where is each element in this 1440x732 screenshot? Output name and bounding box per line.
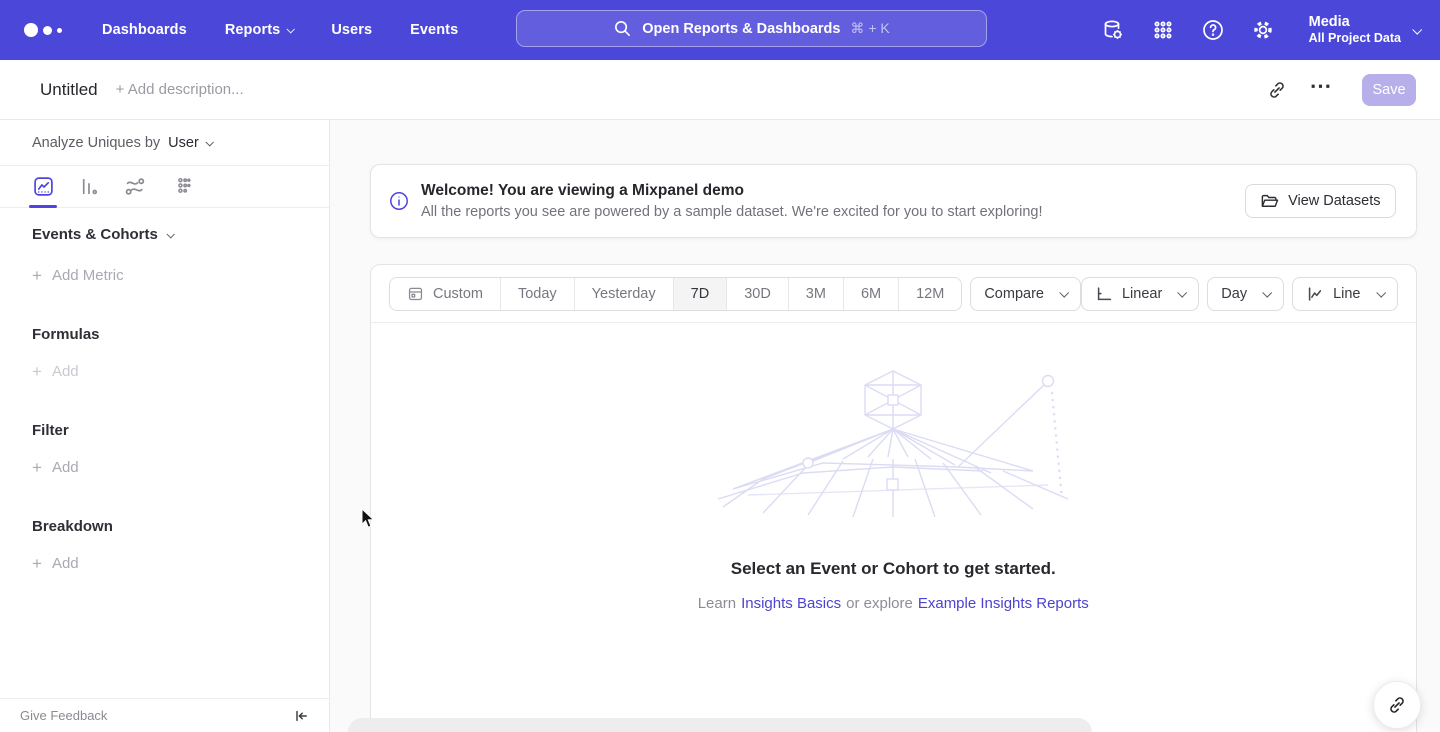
report-title[interactable]: Untitled xyxy=(40,80,98,100)
plus-icon: + xyxy=(32,555,42,572)
banner-title: Welcome! You are viewing a Mixpanel demo xyxy=(421,182,1043,200)
global-search-input[interactable]: Open Reports & Dashboards ⌘ + K xyxy=(516,10,987,47)
breakdown-table-sheet[interactable] xyxy=(348,718,1092,732)
breakdown-section-title: Breakdown xyxy=(32,518,329,535)
search-placeholder: Open Reports & Dashboards xyxy=(642,21,840,37)
primary-nav: Dashboards Reports Users Events xyxy=(102,22,458,38)
filter-section-title: Filter xyxy=(32,422,329,439)
insights-basics-link[interactable]: Insights Basics xyxy=(741,595,841,612)
mixpanel-logo[interactable] xyxy=(24,23,62,37)
tab-bar-chart[interactable] xyxy=(66,166,112,207)
empty-state-illustration xyxy=(703,367,1083,519)
compare-dropdown[interactable]: Compare xyxy=(970,277,1081,311)
tab-flows[interactable] xyxy=(112,166,158,207)
report-canvas: Welcome! You are viewing a Mixpanel demo… xyxy=(330,120,1440,732)
sidebar-footer: Give Feedback xyxy=(0,698,329,732)
insights-chart-card: Custom Today Yesterday 7D 30D 3M 6M 12M … xyxy=(370,264,1417,732)
analyze-label: Analyze Uniques by xyxy=(32,135,160,151)
empty-state-links: Learn Insights Basics or explore Example… xyxy=(698,595,1089,612)
chart-controls: Custom Today Yesterday 7D 30D 3M 6M 12M … xyxy=(371,265,1416,323)
add-formula-button[interactable]: +Add xyxy=(32,363,329,380)
collapse-sidebar-button[interactable] xyxy=(293,708,309,724)
welcome-banner: Welcome! You are viewing a Mixpanel demo… xyxy=(370,164,1417,238)
chevron-down-icon xyxy=(287,25,295,33)
range-30d[interactable]: 30D xyxy=(726,278,788,310)
report-description-placeholder[interactable]: + Add description... xyxy=(116,81,244,98)
settings-gear-icon[interactable] xyxy=(1251,18,1275,42)
nav-users[interactable]: Users xyxy=(331,22,372,38)
nav-events[interactable]: Events xyxy=(410,22,458,38)
project-selector[interactable]: Media All Project Data xyxy=(1309,13,1420,47)
give-feedback-link[interactable]: Give Feedback xyxy=(20,708,107,723)
visualization-tabs xyxy=(0,166,329,208)
tab-insights-line[interactable] xyxy=(20,166,66,207)
analyze-by-dropdown[interactable]: User xyxy=(168,135,212,151)
events-cohorts-section-title[interactable]: Events & Cohorts xyxy=(32,226,329,243)
banner-subtitle: All the reports you see are powered by a… xyxy=(421,204,1043,220)
chevron-down-icon xyxy=(1376,288,1386,298)
add-filter-button[interactable]: +Add xyxy=(32,459,329,476)
chevron-down-icon xyxy=(166,230,174,238)
chevron-down-icon xyxy=(1412,24,1422,34)
chevron-down-icon xyxy=(1262,288,1272,298)
analyze-row: Analyze Uniques by User xyxy=(0,120,329,166)
ellipsis-icon: ⋯ xyxy=(1310,86,1333,94)
chart-type-dropdown[interactable]: Line xyxy=(1292,277,1397,311)
empty-state-title: Select an Event or Cohort to get started… xyxy=(731,559,1056,579)
range-today[interactable]: Today xyxy=(500,278,574,310)
floating-share-link-button[interactable] xyxy=(1373,681,1421,729)
range-yesterday[interactable]: Yesterday xyxy=(574,278,673,310)
calendar-icon xyxy=(407,285,424,302)
formulas-section-title: Formulas xyxy=(32,326,329,343)
copy-link-button[interactable] xyxy=(1260,73,1294,107)
range-3m[interactable]: 3M xyxy=(788,278,843,310)
top-nav-right: Media All Project Data xyxy=(1101,0,1420,60)
search-icon xyxy=(613,19,632,38)
report-header: Untitled + Add description... ⋯ Save xyxy=(0,60,1440,120)
chevron-down-icon xyxy=(1178,288,1188,298)
view-datasets-button[interactable]: View Datasets xyxy=(1245,184,1395,218)
apps-grid-icon[interactable] xyxy=(1151,18,1175,42)
add-breakdown-button[interactable]: +Add xyxy=(32,555,329,572)
range-custom[interactable]: Custom xyxy=(390,278,500,310)
query-builder-sidebar: Analyze Uniques by User Events & Cohorts… xyxy=(0,120,330,732)
add-metric-button[interactable]: +Add Metric xyxy=(32,267,329,284)
chevron-down-icon xyxy=(1059,288,1069,298)
chevron-down-icon xyxy=(205,138,213,146)
top-nav: Dashboards Reports Users Events Open Rep… xyxy=(0,0,1440,60)
link-icon xyxy=(1387,695,1407,715)
save-button[interactable]: Save xyxy=(1362,74,1416,106)
nav-dashboards[interactable]: Dashboards xyxy=(102,22,187,38)
range-6m[interactable]: 6M xyxy=(843,278,898,310)
project-name: Media xyxy=(1309,13,1401,31)
plus-icon: + xyxy=(32,363,42,380)
linear-axis-icon xyxy=(1095,285,1113,303)
nav-reports[interactable]: Reports xyxy=(225,22,294,38)
range-12m[interactable]: 12M xyxy=(898,278,961,310)
link-icon xyxy=(1267,80,1287,100)
range-7d[interactable]: 7D xyxy=(673,278,727,310)
project-subtitle: All Project Data xyxy=(1309,31,1401,47)
date-range-picker: Custom Today Yesterday 7D 30D 3M 6M 12M xyxy=(389,277,962,311)
tab-segmentation[interactable] xyxy=(158,166,204,207)
search-shortcut: ⌘ + K xyxy=(850,20,889,37)
info-icon xyxy=(389,191,409,211)
folder-icon xyxy=(1260,192,1279,211)
help-icon[interactable] xyxy=(1201,18,1225,42)
plus-icon: + xyxy=(32,267,42,284)
empty-state: Select an Event or Cohort to get started… xyxy=(371,323,1416,612)
interval-dropdown[interactable]: Day xyxy=(1207,277,1284,311)
data-management-icon[interactable] xyxy=(1101,18,1125,42)
plus-icon: + xyxy=(32,459,42,476)
scale-dropdown[interactable]: Linear xyxy=(1081,277,1199,311)
line-chart-icon xyxy=(1306,285,1324,303)
example-insights-reports-link[interactable]: Example Insights Reports xyxy=(918,595,1089,612)
more-options-button[interactable]: ⋯ xyxy=(1304,73,1338,107)
